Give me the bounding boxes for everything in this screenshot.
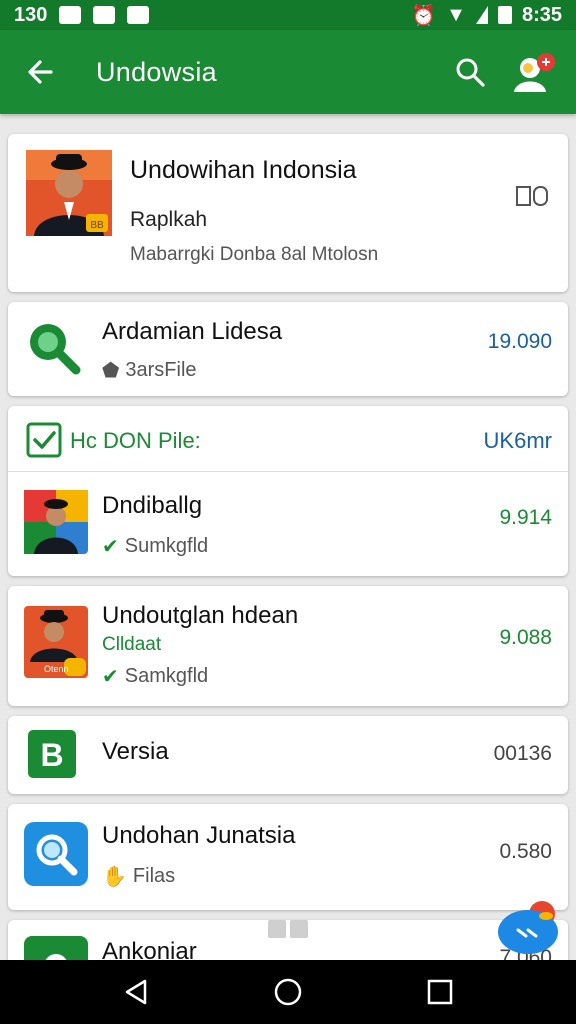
profile-avatar-icon: [514, 53, 555, 92]
item-value: 9.914: [499, 506, 552, 529]
shield-icon: ⬟: [102, 360, 120, 382]
group-value: UK6mr: [483, 428, 552, 453]
item-value: 19.090: [487, 330, 552, 353]
item-sub: ✔ Samkgfld: [102, 664, 208, 689]
back-button[interactable]: [20, 52, 60, 92]
alarm-icon: ⏰: [411, 4, 437, 27]
nav-back-button[interactable]: [112, 968, 160, 1016]
collage-app-icon: [24, 490, 88, 554]
item-sub: ⬟ 3arsFile: [102, 358, 197, 383]
search-icon: [456, 58, 485, 87]
b-app-icon: B: [28, 730, 76, 778]
status-time: 130: [14, 3, 48, 26]
list-item[interactable]: Ardamian Lidesa ⬟ 3arsFile 19.090: [8, 302, 568, 396]
item-secondary: Clldaat: [102, 634, 162, 655]
checkbox-icon[interactable]: [26, 422, 62, 458]
notification-icon: [93, 6, 116, 24]
app-bar: Undowsia: [0, 30, 576, 114]
gmail-icon: [59, 6, 82, 24]
item-sub-text: 3arsFile: [125, 359, 197, 381]
item-name: Undohan Junatsia: [102, 822, 296, 849]
back-arrow-icon: [28, 60, 53, 84]
system-nav-bar: [0, 960, 576, 1024]
file-group-card: Hc DON Pile: UK6mr Dndiballg ✔ Sumkgfld: [8, 406, 568, 576]
check-circle-icon: ✔: [102, 536, 119, 558]
list-item[interactable]: B Versia 00136: [8, 716, 568, 794]
featured-photo: BB: [26, 150, 112, 236]
item-sub: ✋ Filas: [102, 864, 175, 889]
status-clock: 8:35: [521, 3, 562, 26]
chat-icon: [498, 901, 558, 954]
hand-icon: ✋: [102, 866, 127, 888]
portrait-app-icon: Otenn: [24, 606, 88, 678]
list-item[interactable]: Undohan Junatsia ✋ Filas 0.580: [8, 804, 568, 910]
item-name: Dndiballg: [102, 492, 203, 519]
list-item[interactable]: Dndiballg ✔ Sumkgfld 9.914: [8, 472, 568, 576]
item-value: 0.580: [499, 840, 552, 863]
item-name: Versia: [102, 738, 169, 765]
list-item[interactable]: Otenn Undoutglan hdean Clldaat ✔ Samkgfl…: [8, 586, 568, 706]
content-list: BB Undowihan Indonsia Raplkah Mabarrgki …: [8, 134, 568, 980]
nav-back-icon: [125, 979, 147, 1005]
nav-recents-button[interactable]: [416, 968, 464, 1016]
group-title: Hc DON Pile:: [70, 428, 201, 453]
book-icon[interactable]: [516, 184, 548, 208]
tall-badge: Otenn: [44, 664, 69, 674]
svg-text:B: B: [40, 737, 63, 773]
item-sub-text: Filas: [132, 865, 176, 887]
signal-icon: [475, 6, 488, 24]
search-button[interactable]: [450, 52, 490, 92]
featured-card[interactable]: BB Undowihan Indonsia Raplkah Mabarrgki …: [8, 134, 568, 292]
featured-detail: Mabarrgki Donba 8al Mtolosn: [130, 244, 379, 265]
page-title: Undowsia: [96, 56, 217, 87]
item-value: 00136: [493, 742, 552, 765]
drag-handle[interactable]: [268, 920, 308, 942]
profile-button[interactable]: [512, 50, 556, 94]
search-app-icon: [24, 318, 84, 378]
item-name: Ardamian Lidesa: [102, 318, 283, 345]
floating-action-button[interactable]: [498, 900, 562, 956]
nav-home-icon: [274, 978, 302, 1006]
item-sub: ✔ Sumkgfld: [102, 534, 208, 559]
item-sub-text: Sumkgfld: [124, 535, 209, 557]
magnifier-app-icon: [24, 822, 88, 886]
battery-icon: [497, 6, 512, 24]
featured-subtitle: Raplkah: [130, 208, 208, 231]
message-icon: [127, 6, 150, 24]
featured-badge: BB: [90, 220, 104, 231]
item-name: Undoutglan hdean: [102, 602, 299, 629]
nav-recents-icon: [427, 979, 453, 1005]
check-circle-icon: ✔: [102, 666, 119, 688]
group-header[interactable]: Hc DON Pile: UK6mr: [8, 406, 568, 472]
wifi-icon: ▼: [446, 3, 466, 26]
nav-home-button[interactable]: [264, 968, 312, 1016]
status-bar: 130 ⏰ ▼ 8:35: [0, 0, 576, 30]
featured-title: Undowihan Indonsia: [130, 156, 357, 184]
item-sub-text: Samkgfld: [124, 665, 209, 687]
item-value: 9.088: [499, 626, 552, 649]
